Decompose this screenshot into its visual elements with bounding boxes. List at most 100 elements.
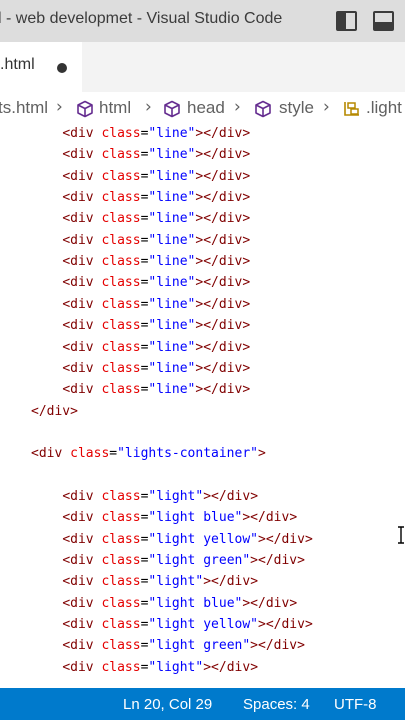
status-bar: Ln 20, Col 29 Spaces: 4 UTF-8 [0,688,405,720]
tag-name: div [70,574,94,590]
breadcrumb-item-selector[interactable]: .light [366,98,402,118]
punctuation: < [62,254,71,270]
punctuation: < [62,296,71,312]
code-line[interactable]: <div class="light"></div> [62,657,258,678]
unsaved-changes-dot-icon[interactable] [57,63,67,73]
code-line[interactable]: <div class="line"></div> [62,166,250,187]
attribute-name: class [101,275,141,291]
code-line[interactable]: <div class="light"></div> [62,571,258,592]
attribute-value: "line" [148,339,196,355]
code-line[interactable]: <div class="line"></div> [62,272,250,293]
indentation-setting[interactable]: Spaces: 4 [243,696,310,713]
code-line[interactable]: <div class="line"></div> [62,315,250,336]
file-encoding[interactable]: UTF-8 [334,696,377,713]
attribute-value: "light yellow" [148,531,258,547]
code-line[interactable]: <div class="line"></div> [62,126,250,144]
breadcrumb-item-html[interactable]: html [99,98,131,118]
code-line[interactable]: <div class="line"></div> [62,251,250,272]
tag-name: div [281,531,305,547]
punctuation: < [62,553,71,568]
tag-name: div [70,360,94,376]
attribute-name: class [101,595,141,611]
tag-name: div [70,339,94,355]
punctuation: </ [211,488,227,504]
punctuation: > [289,510,298,526]
punctuation: > [203,659,212,675]
attribute-name: class [101,574,141,590]
toggle-panel-icon[interactable] [373,11,394,31]
punctuation: > [242,339,251,355]
attribute-value: "lights-container" [117,446,258,462]
code-line[interactable]: <div class="light blue"></div> [62,507,297,528]
punctuation: > [297,553,305,568]
code-line[interactable]: </div> [31,401,78,422]
tag-name: div [38,446,63,462]
attribute-value: "line" [148,190,196,206]
code-line[interactable]: <div class="light green"></div> [62,635,305,656]
code-line[interactable]: <div class="line"></div> [62,144,250,165]
punctuation: </ [250,595,266,611]
punctuation: > [242,126,251,141]
punctuation: </ [258,638,274,654]
attribute-value: "line" [148,254,196,270]
attribute-name: class [101,318,141,334]
punctuation: < [62,382,71,398]
tag-name: div [70,531,94,547]
punctuation: < [62,360,71,376]
breadcrumb: ts.html › html › head › style › .light [0,92,405,126]
code-line[interactable]: <div class="line"></div> [62,294,250,315]
attribute-value: "light green" [148,553,251,568]
editor-tab-active[interactable]: .html [0,42,82,92]
code-line[interactable]: <div class="line"></div> [62,208,250,229]
tag-name: div [218,296,243,312]
code-line[interactable]: <div class="lights-container"> [31,443,266,464]
tag-name: div [70,296,94,312]
cursor-position[interactable]: Ln 20, Col 29 [123,696,212,713]
attribute-name: class [101,147,141,163]
punctuation: > [242,168,251,184]
punctuation: < [62,659,71,675]
code-line[interactable]: <div class="light green"></div> [62,550,305,571]
attribute-name: class [101,382,141,398]
tag-name: div [46,403,71,419]
punctuation: </ [203,168,219,184]
code-line[interactable]: <div class="line"></div> [62,379,250,400]
attribute-name: class [101,211,141,227]
code-line[interactable]: <div class="light blue"></div> [62,593,297,614]
punctuation: > [250,553,258,568]
code-line[interactable]: <div class="line"></div> [62,187,250,208]
tag-name: div [218,126,243,141]
tag-name: div [218,254,243,270]
code-editor[interactable]: <div class="line"></div> <div class="line… [0,126,405,688]
attribute-name: class [101,510,141,526]
attribute-name: class [101,254,141,270]
code-line[interactable]: <div class="light yellow"></div> [62,614,312,635]
breadcrumb-item-head[interactable]: head [187,98,225,118]
punctuation: </ [258,553,274,568]
code-line[interactable]: <div class="light yellow"></div> [62,529,312,550]
punctuation: </ [265,617,282,633]
punctuation: < [62,147,71,163]
breadcrumb-item-file[interactable]: ts.html [0,98,48,118]
punctuation: < [62,211,71,227]
punctuation: </ [211,659,227,675]
attribute-value: "line" [148,360,196,376]
toggle-primary-sidebar-icon[interactable] [336,11,357,31]
punctuation: </ [203,339,219,355]
punctuation: > [203,488,212,504]
window-title: l - web developmet - Visual Studio Code [0,10,283,27]
punctuation: > [250,638,258,654]
punctuation: </ [265,531,282,547]
attribute-name: class [101,296,141,312]
punctuation: < [62,275,71,291]
punctuation: </ [203,318,219,334]
punctuation: </ [203,254,219,270]
code-line[interactable]: <div class="line"></div> [62,358,250,379]
code-line[interactable]: <div class="light"></div> [62,486,258,507]
code-line[interactable]: <div class="line"></div> [62,230,250,251]
code-line[interactable]: <div class="line"></div> [62,337,250,358]
breadcrumb-item-style[interactable]: style [279,98,314,118]
punctuation: < [62,232,71,248]
attribute-name: class [101,638,141,654]
attribute-name: class [101,126,141,141]
